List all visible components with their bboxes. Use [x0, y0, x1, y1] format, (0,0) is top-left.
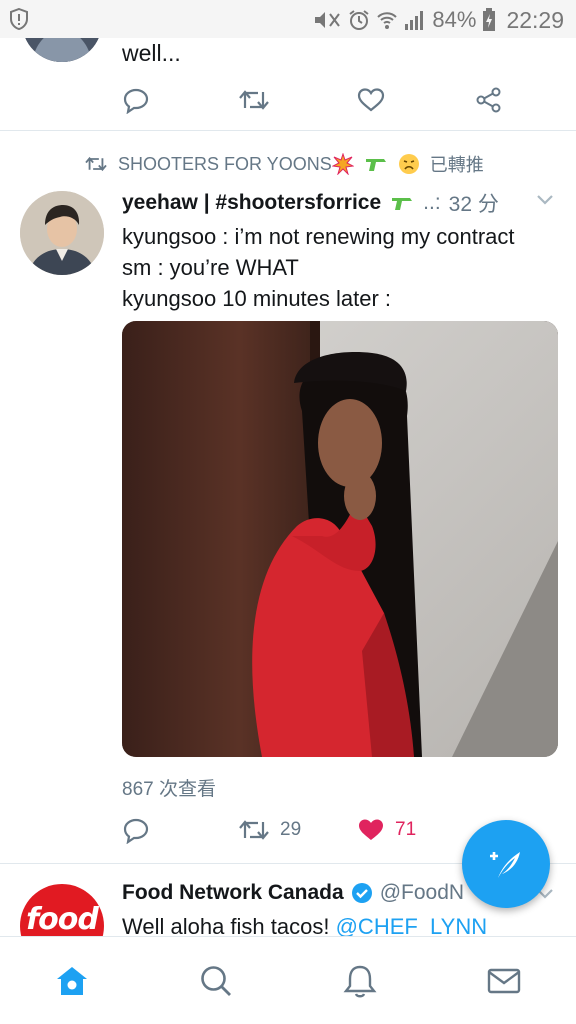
- like-button[interactable]: [357, 86, 385, 114]
- water-pistol-emoji-icon: [365, 159, 386, 171]
- tab-notifications[interactable]: [340, 961, 380, 1001]
- tweet-text: kyungsoo : i’m not renewing my contract …: [122, 221, 562, 314]
- mention-link[interactable]: @CHEF_LYNN: [336, 914, 488, 936]
- retweet-icon: [239, 90, 269, 110]
- clock: 22:29: [506, 6, 564, 33]
- retweeter-name: SHOOTERS FOR YOONS: [118, 153, 332, 174]
- messages-icon: [487, 968, 521, 994]
- retweet-count: 29: [280, 819, 302, 840]
- like-button[interactable]: 71: [357, 816, 416, 844]
- home-icon: [57, 967, 87, 995]
- wifi-icon: [377, 12, 398, 29]
- notifications-icon: [343, 965, 377, 998]
- share-button[interactable]: [475, 86, 503, 114]
- tab-messages[interactable]: [484, 961, 524, 1001]
- retweet-icon: [239, 820, 269, 840]
- battery-charging-icon: [483, 8, 496, 31]
- tweet-text-line: kyungsoo 10 minutes later :: [122, 286, 392, 311]
- tweet-video-media[interactable]: [122, 321, 558, 757]
- next-tweet-header: Food Network Canada @FoodN: [122, 881, 464, 905]
- retweeted-label: 已轉推: [429, 155, 484, 175]
- heart-outline-icon: [357, 88, 385, 112]
- next-tweet-text: Well aloha fish tacos! @CHEF_LYNN: [122, 914, 487, 936]
- tweet-text-line: sm : you’re WHAT: [122, 255, 299, 280]
- heart-filled-icon: [359, 819, 383, 840]
- compose-tweet-button[interactable]: [462, 820, 550, 908]
- tweet-divider: [0, 130, 576, 131]
- verified-badge-icon: [351, 883, 372, 903]
- alert-shield-icon: [10, 8, 28, 30]
- signal-icon: [405, 11, 424, 30]
- retweeted-by-header[interactable]: SHOOTERS FOR YOONS 已轉推: [84, 151, 484, 177]
- tweet-header: yeehaw | #shootersforrice ..: 32 分: [122, 188, 562, 218]
- like-count: 71: [395, 819, 417, 840]
- reply-button[interactable]: [122, 816, 150, 844]
- next-tweet-text-plain: Well aloha fish tacos!: [122, 914, 336, 936]
- tab-home[interactable]: [52, 961, 92, 1001]
- reply-icon: [123, 818, 149, 844]
- author-handle[interactable]: ..:: [423, 191, 441, 215]
- status-bar: 84% 22:29: [0, 0, 576, 38]
- reply-button[interactable]: [122, 86, 150, 114]
- tab-search[interactable]: [196, 961, 236, 1001]
- view-count: 867 次查看: [122, 779, 216, 800]
- previous-tweet-text: well...: [122, 40, 181, 66]
- collision-emoji-icon: [331, 153, 354, 175]
- bottom-tab-bar: [0, 936, 576, 1024]
- food-network-avatar[interactable]: food: [20, 884, 104, 936]
- battery-percent: 84%: [432, 7, 477, 32]
- status-icons: 84% 22:29: [312, 6, 564, 34]
- tweet-timestamp: 32 分: [448, 193, 499, 216]
- author-display-name[interactable]: Food Network Canada: [122, 881, 344, 905]
- previous-tweet-actions: [0, 86, 576, 116]
- tweet-options-chevron-icon[interactable]: [536, 194, 554, 206]
- retweet-small-icon: [85, 156, 107, 172]
- previous-tweet-avatar[interactable]: [22, 38, 102, 62]
- search-icon: [201, 966, 231, 996]
- share-icon: [476, 87, 501, 113]
- reply-icon: [123, 88, 149, 114]
- author-display-name[interactable]: yeehaw | #shootersforrice: [122, 191, 381, 215]
- retweet-button[interactable]: [238, 86, 270, 114]
- water-pistol-emoji-icon: [392, 198, 413, 210]
- retweet-button[interactable]: 29: [238, 816, 301, 844]
- tweet-text-line: kyungsoo : i’m not renewing my contract: [122, 224, 515, 249]
- timeline[interactable]: well... SHOOTERS FOR YOONS 已轉推 yeehaw | …: [0, 38, 576, 936]
- mute-vibrate-icon: [315, 12, 341, 28]
- tweet-author-avatar[interactable]: [20, 191, 104, 275]
- angry-face-emoji-icon: [398, 154, 419, 174]
- food-network-logo-text: food: [26, 902, 99, 936]
- compose-tweet-icon: [490, 852, 520, 878]
- alarm-icon: [349, 10, 369, 30]
- author-handle[interactable]: @FoodN: [380, 881, 464, 905]
